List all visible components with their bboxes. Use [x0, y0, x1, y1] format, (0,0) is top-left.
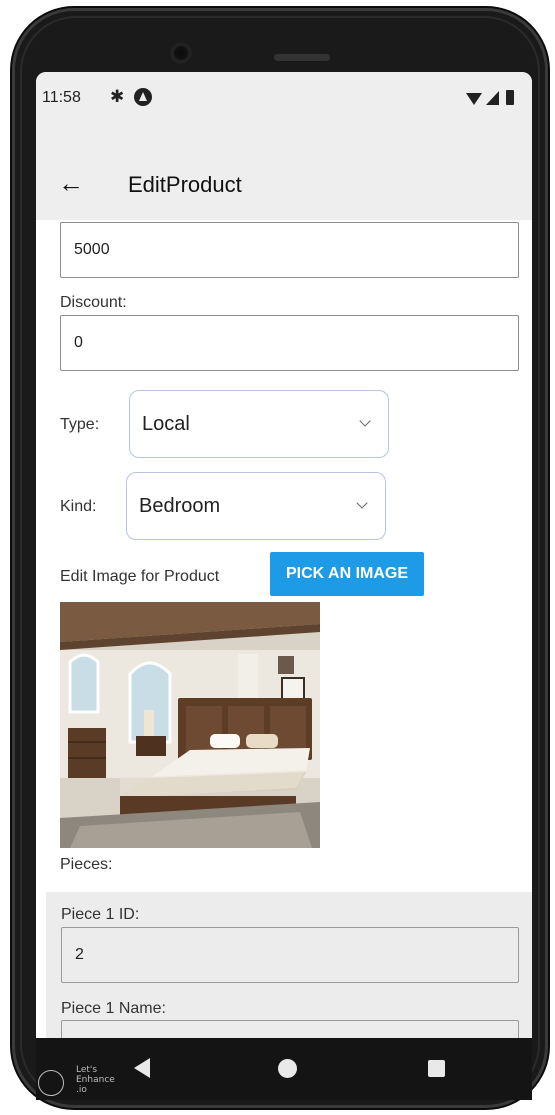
piece-card: Piece 1 ID: 2 Piece 1 Name:	[46, 892, 532, 1038]
piece-name-input[interactable]	[61, 1020, 519, 1038]
product-image	[60, 602, 320, 848]
watermark-text: Let's Enhance .io	[76, 1065, 115, 1095]
piece-id-label: Piece 1 ID:	[61, 906, 140, 923]
type-select-value: Local	[142, 412, 190, 435]
edit-image-label: Edit Image for Product	[60, 568, 220, 585]
status-icons	[466, 90, 526, 108]
piece-id-input[interactable]: 2	[61, 927, 519, 983]
status-bar: 11:58 ✱	[36, 87, 532, 112]
wifi-icon	[466, 93, 482, 105]
earpiece-speaker	[274, 54, 330, 61]
type-label: Type:	[60, 416, 100, 433]
battery-icon	[506, 90, 514, 105]
pieces-label: Pieces:	[60, 856, 113, 873]
discount-input[interactable]: 0	[60, 315, 519, 371]
signal-icon	[486, 91, 499, 105]
chevron-down-icon	[359, 415, 371, 427]
kind-label: Kind:	[60, 498, 97, 515]
notification-app-icon	[134, 88, 152, 106]
front-camera	[170, 42, 192, 64]
watermark-line: Enhance	[76, 1075, 115, 1085]
piece-name-label: Piece 1 Name:	[61, 1000, 166, 1017]
gear-icon: ✱	[110, 87, 125, 106]
page-title: EditProduct	[128, 172, 242, 197]
recents-square-icon[interactable]	[428, 1060, 445, 1077]
kind-select-value: Bedroom	[139, 494, 221, 517]
status-time: 11:58	[42, 89, 81, 106]
pick-image-button[interactable]: PICK AN IMAGE	[270, 552, 424, 596]
chevron-down-icon	[356, 497, 368, 509]
watermark-line: Let's	[76, 1065, 98, 1075]
type-select[interactable]: Local	[129, 390, 389, 458]
app-header: 11:58 ✱ ← EditProduct	[36, 72, 532, 220]
price-input[interactable]: 5000	[60, 222, 519, 278]
discount-input-value: 0	[74, 334, 83, 351]
watermark-logo-icon	[38, 1070, 64, 1096]
piece-id-value: 2	[75, 946, 84, 963]
arrow-left-icon[interactable]: ←	[58, 168, 84, 198]
app-screen: 11:58 ✱ ← EditProduct 5000 Discount: 0 T…	[36, 72, 532, 1038]
price-input-value: 5000	[74, 241, 110, 258]
home-circle-icon[interactable]	[278, 1059, 297, 1078]
watermark-line: .io	[76, 1085, 87, 1095]
kind-select[interactable]: Bedroom	[126, 472, 386, 540]
back-triangle-icon[interactable]	[134, 1058, 150, 1078]
discount-label: Discount:	[60, 294, 127, 311]
watermark: Let's Enhance .io	[36, 1062, 136, 1102]
